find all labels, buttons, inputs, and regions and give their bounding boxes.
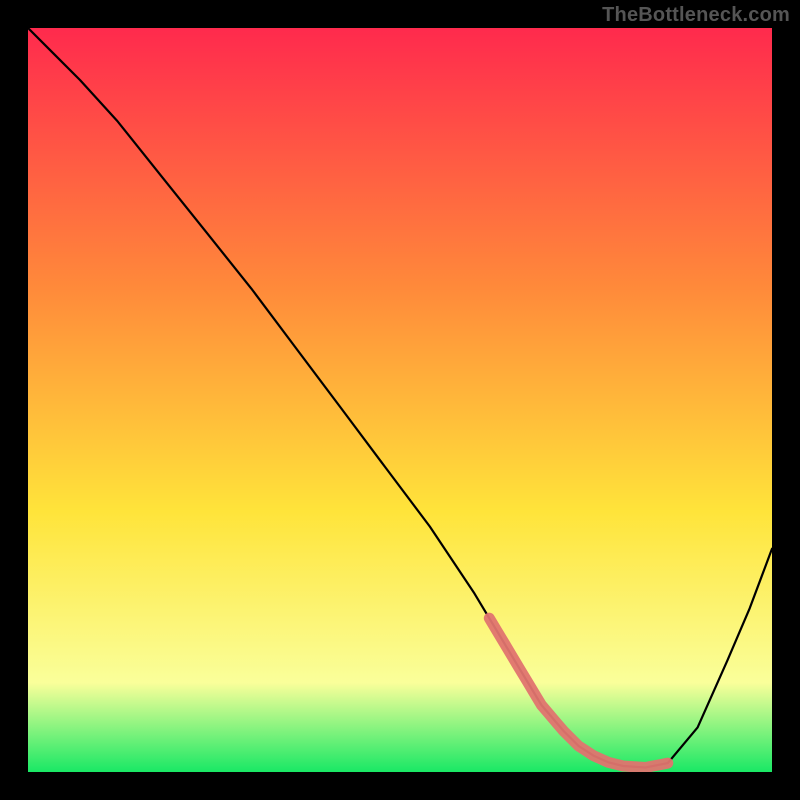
watermark-text: TheBottleneck.com bbox=[602, 4, 790, 27]
chart-frame: TheBottleneck.com bbox=[0, 0, 800, 800]
plot-area bbox=[28, 28, 772, 772]
chart-svg bbox=[28, 28, 772, 772]
